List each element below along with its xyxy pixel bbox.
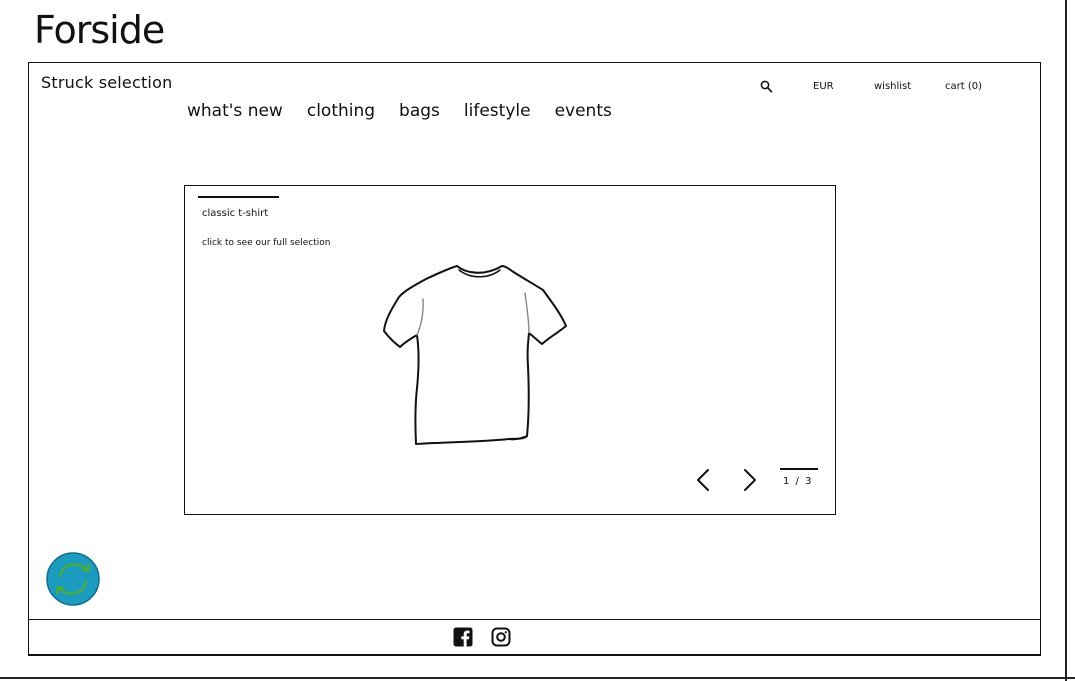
carousel-counter: 1 / 3 xyxy=(783,476,813,487)
outer-frame-edge-bottom xyxy=(0,677,1075,679)
utility-nav: EUR wishlist cart (0) xyxy=(757,77,997,99)
facebook-icon[interactable] xyxy=(453,627,473,647)
currency-selector[interactable]: EUR xyxy=(813,81,834,92)
sync-arrows-icon xyxy=(46,552,100,606)
tshirt-illustration[interactable] xyxy=(381,256,573,448)
nav-item-clothing[interactable]: clothing xyxy=(307,101,375,121)
hero-carousel[interactable]: classic t-shirt click to see our full se… xyxy=(184,185,836,515)
nav-item-whats-new[interactable]: what's new xyxy=(187,101,283,121)
cart-link[interactable]: cart (0) xyxy=(945,81,982,92)
site-footer xyxy=(29,619,1040,655)
brand-logo[interactable]: Struck selection xyxy=(41,73,172,92)
hero-title-rule xyxy=(198,196,279,198)
nav-item-lifestyle[interactable]: lifestyle xyxy=(464,101,531,121)
chevron-right-icon[interactable] xyxy=(740,466,760,494)
chevron-left-icon[interactable] xyxy=(693,466,713,494)
site-wireframe: Struck selection what's new clothing bag… xyxy=(28,62,1041,656)
hero-title: classic t-shirt xyxy=(202,208,269,219)
sync-badge[interactable] xyxy=(46,552,100,606)
counter-rule xyxy=(780,468,818,470)
outer-frame-edge-right xyxy=(1065,0,1067,681)
search-icon[interactable] xyxy=(759,79,775,95)
wishlist-link[interactable]: wishlist xyxy=(874,81,911,92)
full-selection-link[interactable]: click to see our full selection xyxy=(202,238,330,248)
page-title: Forside xyxy=(34,8,165,52)
main-nav: what's new clothing bags lifestyle event… xyxy=(187,101,612,121)
nav-item-bags[interactable]: bags xyxy=(399,101,440,121)
instagram-icon[interactable] xyxy=(491,627,511,647)
nav-item-events[interactable]: events xyxy=(555,101,612,121)
